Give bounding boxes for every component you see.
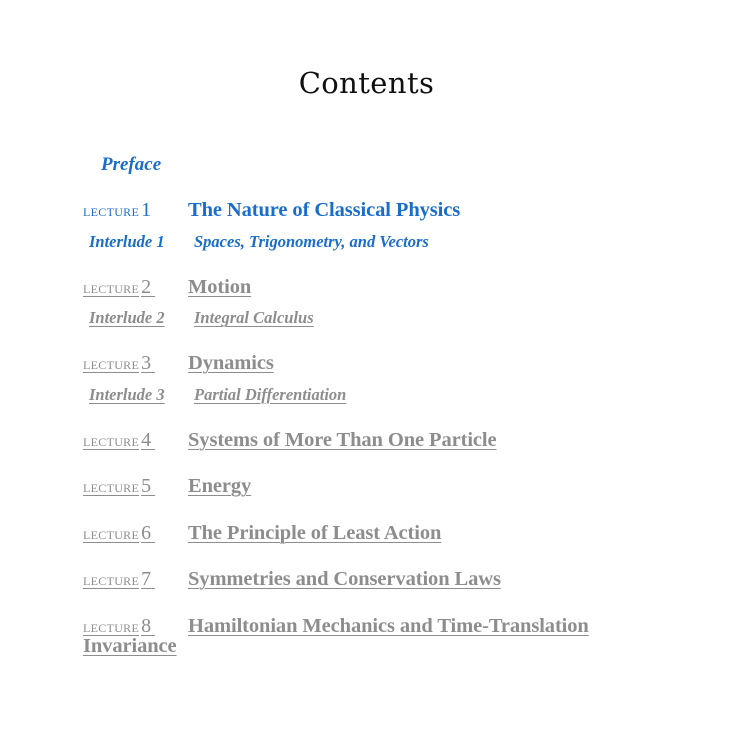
- toc-entry-interlude-3: Interlude 3 Partial Differentiation: [83, 385, 683, 404]
- toc-label-number: 2: [141, 275, 152, 298]
- toc-label-word: lecture: [83, 201, 140, 220]
- toc-link-preface[interactable]: Preface: [101, 154, 161, 175]
- toc-label-lecture-1[interactable]: lecture 1: [83, 200, 188, 220]
- toc-label-interlude-1[interactable]: Interlude 1: [89, 233, 194, 251]
- toc-label-lecture-4[interactable]: lecture 4: [83, 430, 188, 450]
- toc-entry-lecture-6: lecture 6 The Principle of Least Action: [83, 522, 683, 544]
- toc-entry-interlude-1: Interlude 1 Spaces, Trigonometry, and Vec…: [83, 232, 683, 251]
- toc-label-word: lecture: [83, 277, 140, 297]
- toc-title-lecture-4[interactable]: Systems of More Than One Particle: [188, 429, 497, 451]
- toc-entry-interlude-2: Interlude 2 Integral Calculus: [83, 308, 683, 327]
- toc-label-lecture-2[interactable]: lecture 2: [83, 277, 188, 297]
- toc-title-lecture-6[interactable]: The Principle of Least Action: [188, 522, 441, 544]
- toc-title-interlude-1[interactable]: Spaces, Trigonometry, and Vectors: [194, 232, 429, 251]
- page-title: Contents: [298, 66, 435, 100]
- toc-label-lecture-5[interactable]: lecture 5: [83, 476, 188, 496]
- toc-entry-preface: Preface: [83, 155, 683, 174]
- toc-label-number: 3: [141, 352, 152, 374]
- toc-label-number: 6: [141, 521, 152, 544]
- toc-label-number: 8: [141, 614, 152, 637]
- toc-label-number: 5: [141, 475, 152, 497]
- toc-label-interlude-2[interactable]: Interlude 2: [89, 309, 194, 327]
- toc-entry-lecture-7: lecture 7 Symmetries and Conservation Law…: [83, 569, 683, 590]
- toc-title-lecture-7[interactable]: Symmetries and Conservation Laws: [188, 568, 501, 590]
- toc-title-lecture-2[interactable]: Motion: [188, 276, 251, 298]
- toc-label-word: lecture: [83, 616, 140, 636]
- toc-label-number: 1: [141, 199, 152, 221]
- toc-entry-lecture-5: lecture 5 Energy: [83, 476, 683, 497]
- toc-label-word: lecture: [83, 354, 140, 373]
- toc-entry-lecture-1: lecture 1 The Nature of Classical Physics: [83, 200, 683, 221]
- table-of-contents-page: Contents Preface lecture 1 The Nature of C…: [0, 0, 733, 733]
- toc-label-lecture-7[interactable]: lecture 7: [83, 569, 188, 589]
- toc-label-lecture-8[interactable]: lecture 8: [83, 616, 188, 636]
- toc-entry-lecture-4: lecture 4 Systems of More Than One Partic…: [83, 429, 683, 451]
- toc-label-word: lecture: [83, 523, 140, 543]
- toc-entry-lecture-8: lecture 8 Hamiltonian Mechanics and Time-…: [83, 615, 683, 657]
- toc-title-lecture-3[interactable]: Dynamics: [188, 352, 274, 374]
- toc-label-number: 7: [141, 568, 152, 590]
- toc-label-word: lecture: [83, 570, 140, 589]
- toc-entry-lecture-2: lecture 2 Motion: [83, 276, 683, 298]
- toc-title-interlude-3[interactable]: Partial Differentiation: [194, 385, 346, 404]
- toc-label-number: 4: [141, 428, 152, 451]
- toc-label-lecture-6[interactable]: lecture 6: [83, 523, 188, 543]
- toc-title-lecture-5[interactable]: Energy: [188, 475, 251, 497]
- toc-title-lecture-1[interactable]: The Nature of Classical Physics: [188, 199, 460, 221]
- toc-entry-lecture-3: lecture 3 Dynamics: [83, 353, 683, 374]
- toc-list: Preface lecture 1 The Nature of Classical …: [83, 155, 683, 657]
- toc-label-word: lecture: [83, 477, 140, 496]
- toc-label-interlude-3[interactable]: Interlude 3: [89, 386, 194, 404]
- toc-label-word: lecture: [83, 430, 140, 450]
- toc-label-lecture-3[interactable]: lecture 3: [83, 353, 188, 373]
- toc-title-interlude-2[interactable]: Integral Calculus: [194, 308, 314, 327]
